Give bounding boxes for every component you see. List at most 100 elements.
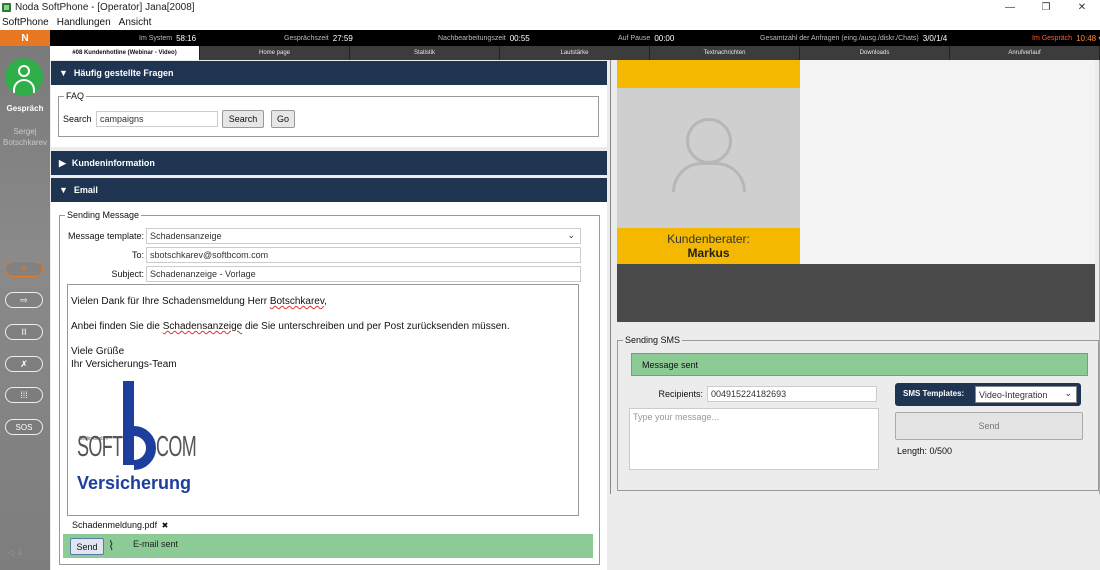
close-button[interactable]: ✕ <box>1064 0 1100 15</box>
video-panel: Kundenberater: Markus <box>617 60 1095 322</box>
email-section-header[interactable]: ▼ Email <box>51 178 607 202</box>
recipients-label: Recipients: <box>658 389 703 399</box>
right-frame: Kundenberater: Markus Sending SMS Messag… <box>610 60 1100 494</box>
advisor-role: Kundenberater: <box>667 232 750 246</box>
call-status-label: Gespräch <box>6 104 44 113</box>
call-state[interactable]: Im Gespräch 10:48 ▾ <box>1032 30 1100 46</box>
faq-go-button[interactable]: Go <box>271 110 295 128</box>
advisor-name: Markus <box>687 246 730 260</box>
tab-lautstaerke[interactable]: Lautstärke <box>500 46 650 60</box>
email-legend: Sending Message <box>67 210 140 220</box>
call-state-time: 10:48 ▾ <box>1076 33 1100 43</box>
sms-status-text: Message sent <box>642 359 699 370</box>
restore-button[interactable]: ❐ <box>1028 0 1064 15</box>
collapse-triangle-icon: ▼ <box>59 185 68 195</box>
email-send-button[interactable]: Send <box>70 538 104 555</box>
recipients-field[interactable]: 004915224182693 <box>707 386 877 402</box>
faq-section-title: Häufig gestellte Fragen <box>73 68 174 78</box>
tab-kundenhotline[interactable]: #08 Kundenhotline (Webinar - Video) <box>50 46 200 60</box>
collapse-triangle-icon: ▼ <box>59 68 68 78</box>
logo-versicherung: Versicherung <box>77 473 192 493</box>
advisor-placeholder-icon <box>617 88 800 228</box>
sidebar: Gespräch Sergej Botschkarev ✕ ⇨ II ✗ ⁞⁞⁞… <box>0 46 50 570</box>
gespraechszeit-label: Gesprächszeit <box>284 34 329 42</box>
hangup-button[interactable]: ✕ <box>5 261 43 277</box>
sms-templates-value: Video-Integration <box>979 389 1048 400</box>
tab-textnachrichten[interactable]: Textnachrichten <box>650 46 800 60</box>
pause-value: 00:00 <box>654 33 675 43</box>
tab-downloads[interactable]: Downloads <box>800 46 950 60</box>
im-system-value: 58:16 <box>176 33 197 43</box>
mute-button[interactable]: ✗ <box>5 356 43 372</box>
subject-field[interactable]: Schadenanzeige - Vorlage <box>146 266 581 282</box>
body-line-1: Vielen Dank für Ihre Schadensmeldung Her… <box>71 296 327 307</box>
to-field[interactable]: sbotschkarev@softbcom.com <box>146 247 581 263</box>
nachbearbeitung-value: 00:55 <box>509 33 530 43</box>
gespraechszeit-value: 27:59 <box>332 33 353 43</box>
faq-search-input[interactable]: campaigns <box>96 111 218 127</box>
agent-name: Sergej Botschkarev <box>2 127 48 147</box>
app-logo-icon <box>2 3 11 12</box>
tab-statistik[interactable]: Statistik <box>350 46 500 60</box>
anfragen-stat: Gesamtzahl der Anfragen (eing./ausg./dis… <box>760 30 947 46</box>
call-state-label: Im Gespräch <box>1032 34 1073 42</box>
user-icon <box>5 58 43 96</box>
sidebar-footer-icons[interactable]: ◁ ⇩ <box>8 548 23 557</box>
video-top-strip <box>617 60 800 88</box>
email-status-bar: Send ⌇ E-mail sent <box>63 534 593 558</box>
sms-templates-label: SMS Templates: <box>903 389 965 398</box>
title-bar: Noda SoftPhone - [Operator] Jana[2008] —… <box>0 0 1100 15</box>
anfragen-label: Gesamtzahl der Anfragen (eing./ausg./dis… <box>760 34 919 42</box>
remove-attachment-icon[interactable]: ✖ <box>162 521 169 530</box>
sms-status-bar: Message sent <box>631 353 1088 376</box>
tab-home-page[interactable]: Home page <box>200 46 350 60</box>
tab-bar: #08 Kundenhotline (Webinar - Video) Home… <box>50 46 1100 60</box>
expand-triangle-icon: ▶ <box>59 157 66 168</box>
email-body-editor[interactable]: Vielen Dank für Ihre Schadensmeldung Her… <box>67 284 579 516</box>
tab-anrufverlauf[interactable]: Anrufverlauf <box>950 46 1100 60</box>
kundeninfo-section-title: Kundeninformation <box>71 158 155 168</box>
template-label: Message template: <box>68 231 144 241</box>
sms-length-counter: Length: 0/500 <box>897 446 953 456</box>
pause-stat: Auf Pause 00:00 <box>618 30 674 46</box>
logo-soft: SOFT <box>77 431 123 463</box>
attachment-name[interactable]: Schadenmeldung.pdf <box>72 520 157 530</box>
menu-handlungen[interactable]: Handlungen <box>57 17 111 28</box>
im-system-stat: Im System 58:16 <box>139 30 196 46</box>
sms-send-button[interactable]: Send <box>895 412 1083 440</box>
pause-label: Auf Pause <box>618 34 651 42</box>
video-control-bar <box>617 264 1095 322</box>
chevron-down-icon: ⌄ <box>1064 388 1072 398</box>
email-status-text: E-mail sent <box>133 539 179 549</box>
minimize-button[interactable]: — <box>992 0 1028 15</box>
softbcom-logo: Berlin GmbH SOFT COM Versicherung <box>77 381 217 503</box>
body-line-4: Ihr Versicherungs-Team <box>71 359 177 370</box>
sms-templates-bar: SMS Templates: Video-Integration ⌄ <box>895 383 1081 406</box>
template-select[interactable]: Schadensanzeige ⌄ <box>146 228 581 244</box>
logo-com: COM <box>156 431 197 463</box>
hold-button[interactable]: II <box>5 324 43 340</box>
subject-label: Subject: <box>111 269 144 279</box>
faq-legend: FAQ <box>66 91 85 101</box>
faq-section-header[interactable]: ▼ Häufig gestellte Fragen <box>51 61 607 85</box>
to-label: To: <box>131 250 144 260</box>
sos-button[interactable]: SOS <box>5 419 43 435</box>
sms-templates-select[interactable]: Video-Integration ⌄ <box>975 386 1077 403</box>
transfer-button[interactable]: ⇨ <box>5 292 43 308</box>
sms-message-input[interactable]: Type your message... <box>629 408 879 470</box>
paperclip-icon[interactable]: ⌇ <box>108 538 114 554</box>
brand-logo[interactable]: N <box>0 30 50 46</box>
body-line-3: Viele Grüße <box>71 346 125 357</box>
kundeninfo-section-header[interactable]: ▶ Kundeninformation <box>51 151 607 175</box>
advisor-label: Kundenberater: Markus <box>617 228 800 264</box>
search-label: Search <box>63 114 92 124</box>
dialpad-button[interactable]: ⁞⁞⁞ <box>5 387 43 403</box>
body-line-2: Anbei finden Sie die Schadensanzeige die… <box>71 321 510 332</box>
left-panel: ▼ Häufig gestellte Fragen FAQ Search cam… <box>50 60 610 570</box>
nachbearbeitung-stat: Nachbearbeitungszeit 00:55 <box>438 30 530 46</box>
menu-softphone[interactable]: SoftPhone <box>2 17 49 28</box>
faq-search-button[interactable]: Search <box>222 110 264 128</box>
menu-ansicht[interactable]: Ansicht <box>119 17 152 28</box>
template-value: Schadensanzeige <box>150 231 222 241</box>
sms-legend: Sending SMS <box>625 335 681 345</box>
